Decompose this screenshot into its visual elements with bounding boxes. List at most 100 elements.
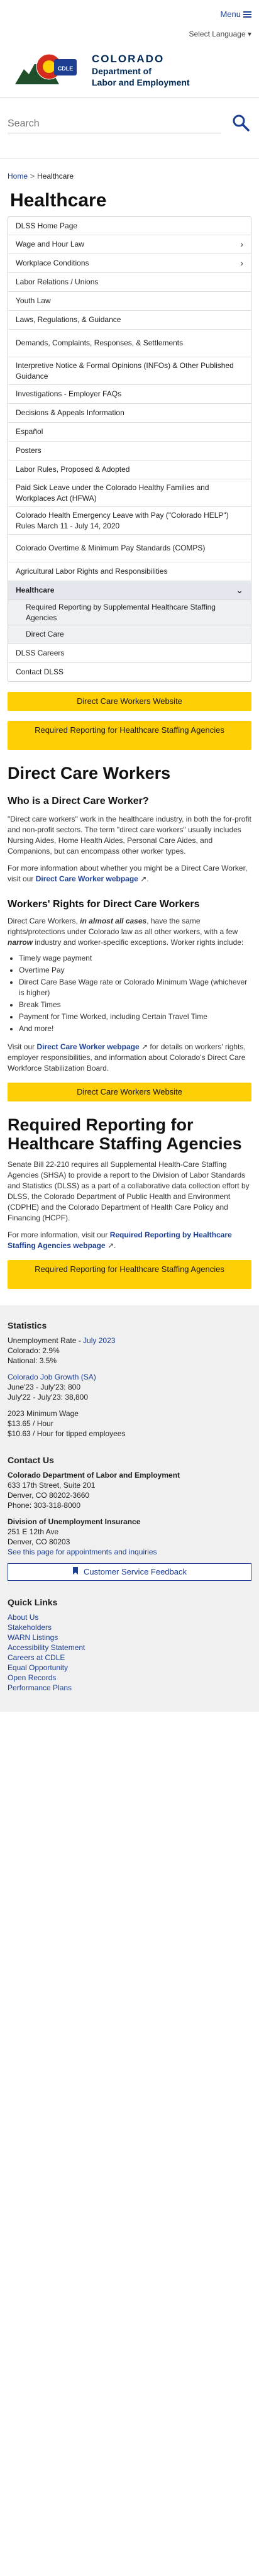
direct-care-worker-link-2[interactable]: Direct Care Worker webpage: [36, 1042, 139, 1051]
sidebar-item[interactable]: Healthcare ⌄: [8, 581, 251, 599]
sidebar-item-label: Contact DLSS: [16, 667, 64, 677]
sidebar-item-label: Posters: [16, 446, 41, 455]
appointments-link[interactable]: See this page for appointments and inqui…: [8, 1547, 157, 1556]
quick-link[interactable]: Equal Opportunity: [8, 1663, 251, 1673]
rights-list-item: Overtime Pay: [19, 965, 251, 976]
sidebar-item-label: Paid Sick Leave under the Colorado Healt…: [16, 483, 209, 503]
sidebar-item[interactable]: Decisions & Appeals Information: [8, 403, 251, 422]
required-reporting-button-2[interactable]: Required Reporting for Healthcare Staffi…: [8, 1260, 251, 1289]
quick-link[interactable]: Accessibility Statement: [8, 1642, 251, 1653]
contact-address-1: 633 17th Street, Suite 201: [8, 1481, 96, 1490]
sidebar-item-label: Español: [16, 427, 43, 437]
minimum-wage-heading: 2023 Minimum Wage: [8, 1409, 79, 1418]
sidebar-item[interactable]: Direct Care: [8, 625, 251, 644]
rights-list-item: And more!: [19, 1023, 251, 1034]
sidebar-item[interactable]: Colorado Overtime & Minimum Pay Standard…: [8, 534, 251, 562]
direct-care-workers-website-button-2[interactable]: Direct Care Workers Website: [8, 1083, 251, 1101]
sidebar-item-label: Labor Relations / Unions: [16, 277, 99, 287]
chevron-right-icon: ›: [240, 239, 243, 250]
svg-text:CDLE: CDLE: [58, 65, 74, 72]
quick-link[interactable]: Open Records: [8, 1673, 251, 1683]
chevron-right-icon: ›: [240, 258, 243, 269]
statistics-heading: Statistics: [8, 1320, 47, 1330]
quick-link[interactable]: Performance Plans: [8, 1683, 251, 1693]
sidebar-item[interactable]: Contact DLSS: [8, 662, 251, 681]
rights-list: Timely wage paymentOvertime PayDirect Ca…: [0, 953, 259, 1034]
quick-link[interactable]: WARN Listings: [8, 1632, 251, 1642]
external-link-icon: ↗: [141, 1042, 148, 1051]
rights-visit-paragraph: Visit our Direct Care Worker webpage ↗ f…: [8, 1042, 246, 1073]
language-bar: Select Language ▾: [0, 24, 259, 48]
unemployment-link[interactable]: July 2023: [83, 1336, 115, 1345]
search-icon[interactable]: [231, 113, 250, 132]
ui-address-2: Denver, CO 80203: [8, 1537, 70, 1546]
contact-heading: Contact Us: [8, 1455, 54, 1465]
sidebar-item[interactable]: DLSS Careers: [8, 644, 251, 662]
quick-link[interactable]: Careers at CDLE: [8, 1653, 251, 1663]
chevron-down-icon: ⌄: [236, 585, 243, 596]
hamburger-icon: [243, 10, 251, 19]
rights-list-item: Timely wage payment: [19, 953, 251, 964]
job-growth-link[interactable]: Colorado Job Growth (SA): [8, 1373, 96, 1381]
sidebar-item[interactable]: Agricultural Labor Rights and Responsibi…: [8, 562, 251, 581]
unemployment-rate: Unemployment Rate - July 2023: [8, 1336, 116, 1345]
contact-org: Colorado Department of Labor and Employm…: [8, 1471, 180, 1480]
breadcrumb: Home > Healthcare: [0, 159, 259, 185]
search-input[interactable]: [8, 114, 221, 133]
agency-name[interactable]: COLORADO Department of Labor and Employm…: [92, 53, 190, 88]
job-growth-july: July'22 - July'23: 38,800: [8, 1393, 88, 1402]
language-select[interactable]: Select Language ▾: [189, 29, 251, 39]
minimum-wage: $13.65 / Hour: [8, 1419, 53, 1428]
sidebar-item[interactable]: Investigations - Employer FAQs: [8, 384, 251, 403]
sidebar-item[interactable]: Labor Rules, Proposed & Adopted: [8, 460, 251, 479]
who-heading: Who is a Direct Care Worker?: [8, 796, 149, 806]
sidebar-item[interactable]: Youth Law: [8, 291, 251, 310]
breadcrumb-home-link[interactable]: Home: [8, 172, 28, 181]
sidebar-item[interactable]: Labor Relations / Unions: [8, 272, 251, 291]
sidebar-item-label: Investigations - Employer FAQs: [16, 389, 122, 399]
quick-link[interactable]: Stakeholders: [8, 1622, 251, 1632]
sidebar-item[interactable]: Laws, Regulations, & Guidance: [8, 310, 251, 329]
required-reporting-button[interactable]: Required Reporting for Healthcare Staffi…: [8, 721, 251, 750]
sidebar-item-label: Workplace Conditions: [16, 259, 89, 268]
footer: Statistics Unemployment Rate - July 2023…: [0, 1305, 259, 1712]
sidebar-item[interactable]: Workplace Conditions ›: [8, 254, 251, 272]
national-rate: National: 3.5%: [8, 1356, 57, 1365]
breadcrumb-separator: >: [30, 172, 35, 181]
sidebar-item[interactable]: Required Reporting by Supplemental Healt…: [8, 599, 251, 625]
customer-feedback-button[interactable]: Customer Service Feedback: [8, 1563, 251, 1581]
direct-care-worker-link[interactable]: Direct Care Worker webpage: [36, 874, 138, 883]
direct-care-workers-website-button[interactable]: Direct Care Workers Website: [8, 692, 251, 711]
sidebar-item[interactable]: Posters: [8, 441, 251, 460]
external-link-icon: ↗: [107, 1241, 114, 1250]
ui-org: Division of Unemployment Insurance: [8, 1517, 141, 1526]
sidebar-item[interactable]: DLSS Home Page: [8, 217, 251, 235]
sidebar-item-label: Youth Law: [16, 296, 51, 306]
sidebar-item[interactable]: Español: [8, 422, 251, 441]
menu-button[interactable]: Menu: [220, 9, 251, 20]
sidebar-item[interactable]: Interpretive Notice & Formal Opinions (I…: [8, 357, 251, 384]
direct-care-workers-heading: Direct Care Workers: [8, 764, 171, 783]
chevron-down-icon: ▾: [247, 30, 251, 38]
shsa-paragraph: Senate Bill 22-210 requires all Suppleme…: [8, 1160, 250, 1222]
sidebar-item-label: Colorado Health Emergency Leave with Pay…: [16, 511, 229, 530]
tipped-wage: $10.63 / Hour for tipped employees: [8, 1429, 126, 1438]
agency-name-line3: Labor and Employment: [92, 77, 190, 87]
sidebar-item-label: Wage and Hour Law: [16, 240, 84, 249]
rights-list-item: Break Times: [19, 1000, 251, 1010]
who-more-info: For more information about whether you m…: [8, 864, 248, 883]
shsa-more-info: For more information, visit our Required…: [8, 1230, 232, 1250]
menu-label: Menu: [220, 9, 241, 19]
sidebar-item[interactable]: Paid Sick Leave under the Colorado Healt…: [8, 479, 251, 506]
rights-list-item: Direct Care Base Wage rate or Colorado M…: [19, 977, 251, 998]
quick-link[interactable]: About Us: [8, 1612, 251, 1622]
cdle-logo[interactable]: CDLE: [15, 52, 84, 92]
sidebar-item[interactable]: Wage and Hour Law ›: [8, 235, 251, 254]
rights-paragraph: Direct Care Workers, in almost all cases…: [8, 917, 244, 947]
rights-heading: Workers' Rights for Direct Care Workers: [8, 899, 200, 910]
sidebar-item-label: Required Reporting by Supplemental Healt…: [26, 603, 216, 622]
sidebar-item-label: Colorado Overtime & Minimum Pay Standard…: [16, 544, 206, 553]
sidebar-item[interactable]: Colorado Health Emergency Leave with Pay…: [8, 506, 251, 534]
sidebar-item[interactable]: Demands, Complaints, Responses, & Settle…: [8, 329, 251, 357]
sidebar-item-label: Labor Rules, Proposed & Adopted: [16, 465, 130, 474]
